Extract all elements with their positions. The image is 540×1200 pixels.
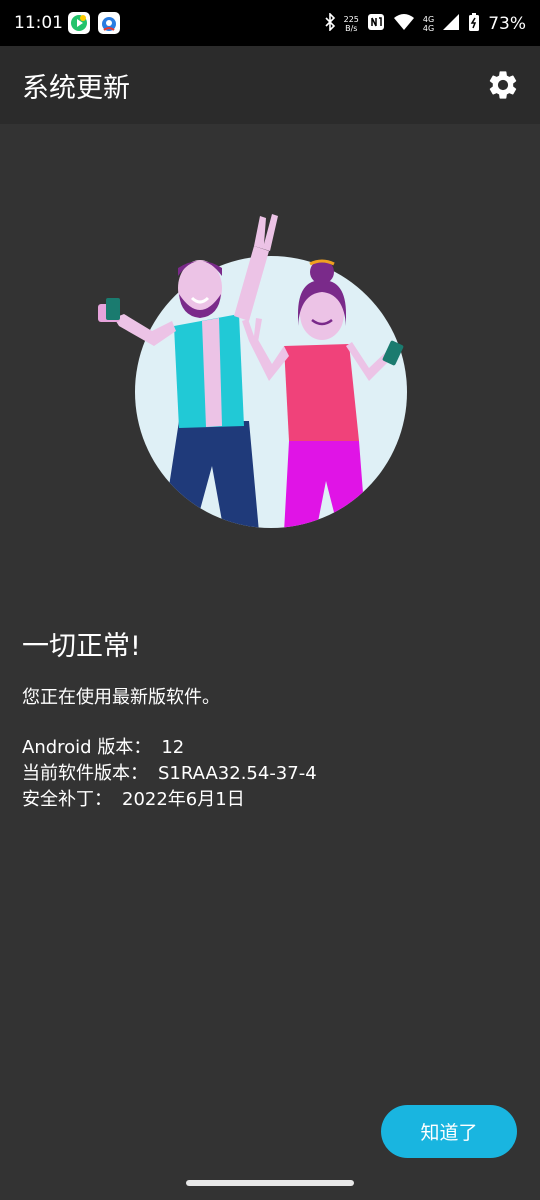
signal-labels: 4G 4G [423, 15, 434, 33]
signal-label-top: 4G [422, 15, 435, 24]
signal-icon [442, 13, 460, 35]
android-version-value: 12 [161, 737, 185, 758]
security-patch-row: 安全补丁： 2022年6月1日 [22, 785, 245, 811]
wifi-icon [393, 13, 415, 35]
got-it-button[interactable]: 知道了 [381, 1105, 517, 1158]
security-patch-label: 安全补丁： [22, 789, 112, 810]
status-time: 11:01 [14, 13, 63, 33]
page-title: 系统更新 [22, 73, 130, 104]
signal-label-bottom: 4G [422, 24, 435, 33]
net-speed: 225 B/s [344, 15, 359, 33]
settings-button[interactable] [486, 68, 520, 102]
nfc-icon [367, 13, 385, 35]
browser-app-icon [98, 12, 120, 34]
net-speed-unit: B/s [345, 24, 358, 33]
video-app-icon [68, 12, 90, 34]
status-subtext: 您正在使用最新版软件。 [22, 687, 220, 708]
celebration-illustration [98, 214, 407, 528]
software-version-value: S1RAA32.54-37-4 [158, 763, 317, 784]
status-heading: 一切正常! [22, 631, 141, 662]
net-speed-value: 225 [343, 15, 359, 24]
battery-percent: 73% [488, 14, 526, 34]
software-version-label: 当前软件版本： [22, 763, 148, 784]
app-bar: 系统更新 [0, 46, 540, 124]
android-version-label: Android 版本： [22, 737, 152, 758]
android-version-row: Android 版本： 12 [22, 733, 184, 759]
status-icons: 225 B/s 4G 4G 73% [324, 10, 526, 38]
battery-icon [468, 12, 480, 36]
bluetooth-icon [324, 12, 336, 35]
status-bar: 11:01 225 B/s 4G 4G 73% [0, 0, 540, 46]
gear-icon [489, 71, 517, 99]
software-version-row: 当前软件版本： S1RAA32.54-37-4 [22, 759, 317, 785]
home-indicator[interactable] [186, 1180, 354, 1186]
security-patch-value: 2022年6月1日 [122, 789, 245, 810]
